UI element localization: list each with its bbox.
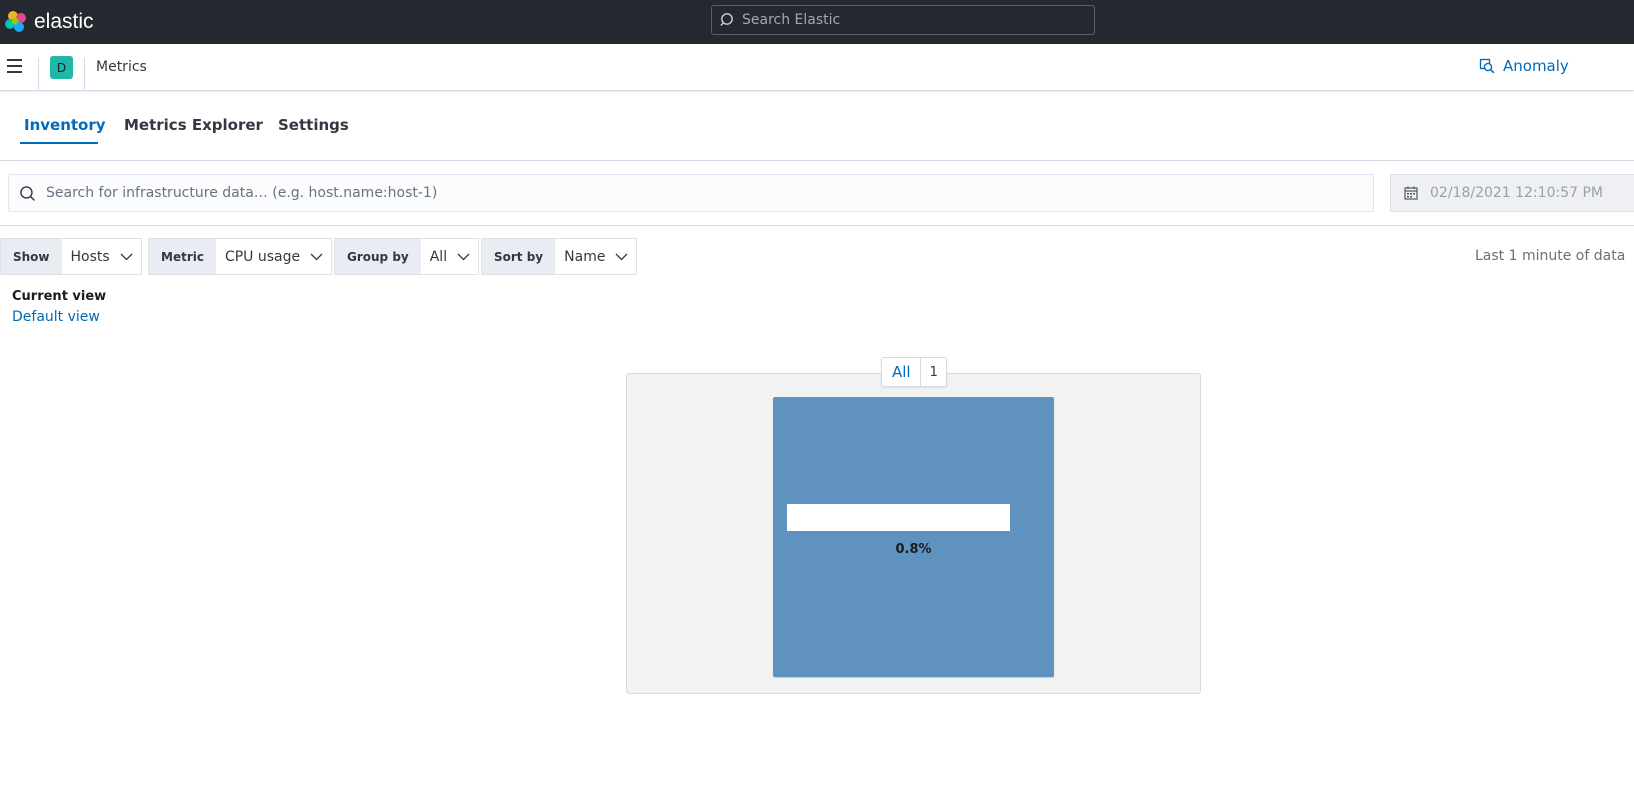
- space-avatar[interactable]: D: [50, 56, 73, 79]
- tabs: Inventory Metrics Explorer Settings: [0, 92, 1634, 161]
- tab-inventory[interactable]: Inventory: [24, 116, 106, 134]
- date-picker-value: 02/18/2021 12:10:57 PM: [1430, 185, 1603, 201]
- sub-header: D Metrics Anomaly: [0, 44, 1634, 91]
- active-tab-indicator: [20, 142, 98, 144]
- default-view-link[interactable]: Default view: [12, 309, 100, 325]
- host-node-label: [787, 504, 1010, 531]
- show-value: Hosts: [70, 248, 110, 265]
- group-name[interactable]: All: [882, 358, 921, 386]
- chevron-down-icon: [120, 253, 133, 260]
- infrastructure-search[interactable]: [8, 174, 1374, 212]
- chevron-down-icon: [310, 253, 323, 260]
- separator: [0, 225, 1634, 226]
- last-updated-text: Last 1 minute of data: [1475, 248, 1626, 264]
- metric-dropdown[interactable]: CPU usage: [216, 239, 331, 274]
- group-by-dropdown[interactable]: All: [421, 239, 478, 274]
- show-dropdown[interactable]: Hosts: [62, 239, 141, 274]
- sort-by-dropdown[interactable]: Name: [555, 239, 636, 274]
- calendar-icon: [1404, 186, 1418, 200]
- anomaly-detection-link[interactable]: Anomaly: [1479, 57, 1569, 75]
- tab-metrics-explorer[interactable]: Metrics Explorer: [124, 116, 263, 134]
- anomaly-label: Anomaly: [1503, 57, 1569, 75]
- current-view-label: Current view: [12, 289, 107, 304]
- group-by-label: Group by: [335, 239, 421, 274]
- header-divider: [38, 58, 39, 91]
- search-icon: [720, 13, 733, 27]
- group-by-value: All: [429, 248, 448, 265]
- elastic-logo-icon: [5, 11, 26, 32]
- sort-by-value: Name: [564, 248, 606, 265]
- logo-text: elastic: [34, 10, 94, 33]
- group-pill[interactable]: All 1: [881, 357, 947, 387]
- date-picker[interactable]: 02/18/2021 12:10:57 PM: [1390, 174, 1634, 212]
- top-header: elastic: [0, 0, 1634, 44]
- metric-selector[interactable]: Metric CPU usage: [148, 238, 333, 275]
- group-by-selector[interactable]: Group by All: [334, 238, 480, 275]
- header-divider: [84, 58, 85, 91]
- show-selector[interactable]: Show Hosts: [0, 238, 142, 275]
- chevron-down-icon: [615, 253, 628, 260]
- group-count: 1: [929, 364, 938, 380]
- tab-settings[interactable]: Settings: [278, 116, 349, 134]
- global-search[interactable]: [711, 5, 1095, 35]
- breadcrumb: Metrics: [96, 59, 147, 75]
- infrastructure-search-input[interactable]: [46, 185, 1346, 201]
- search-icon: [20, 185, 35, 201]
- host-node[interactable]: 0.8%: [773, 397, 1054, 677]
- sort-by-label: Sort by: [482, 239, 556, 274]
- menu-icon[interactable]: [7, 59, 23, 75]
- host-node-value: 0.8%: [895, 542, 932, 557]
- global-search-input[interactable]: [742, 12, 1082, 28]
- show-label: Show: [1, 239, 62, 274]
- sort-by-selector[interactable]: Sort by Name: [481, 238, 638, 275]
- elastic-logo[interactable]: elastic: [4, 8, 94, 36]
- anomaly-icon: [1479, 58, 1495, 74]
- chevron-down-icon: [457, 253, 470, 260]
- metric-value: CPU usage: [224, 248, 301, 265]
- metric-label: Metric: [149, 239, 216, 274]
